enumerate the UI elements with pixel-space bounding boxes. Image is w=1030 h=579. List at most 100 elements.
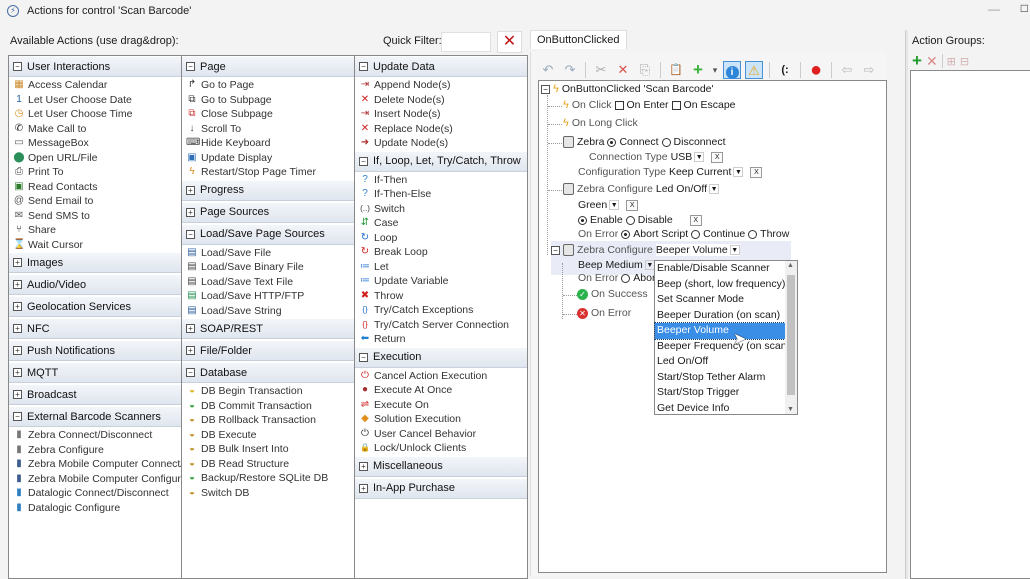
scroll-thumb[interactable] <box>787 275 795 395</box>
category-page[interactable]: − Page <box>182 56 354 77</box>
undo-icon[interactable]: ↶ <box>539 61 557 79</box>
zebra-connect-node[interactable]: Zebra Connect Disconnect <box>563 136 726 148</box>
action-item[interactable]: ▤ Load/Save Binary File <box>182 260 354 275</box>
category-in-app-purchase[interactable]: + In-App Purchase <box>355 477 527 499</box>
action-item[interactable]: @ Send Email to <box>9 194 181 209</box>
remove-group-icon[interactable]: ✕ <box>926 53 938 70</box>
action-item[interactable]: ⌛ Wait Cursor <box>9 238 181 253</box>
category-progress[interactable]: + Progress <box>182 179 354 201</box>
category-user-interactions[interactable]: − User Interactions <box>9 56 181 77</box>
tree-root[interactable]: − ϟ OnButtonClicked 'Scan Barcode' <box>541 83 714 95</box>
collapse-icon[interactable]: − <box>541 84 550 94</box>
category-images[interactable]: + Images <box>9 252 181 273</box>
action-item[interactable]: ▣ Update Display <box>182 151 354 166</box>
action-item[interactable]: ◒ DB Rollback Transaction <box>182 413 354 428</box>
action-item[interactable]: ▮ Zebra Connect/Disconnect <box>9 428 181 443</box>
dropdown-option[interactable]: Start/Stop Trigger <box>655 385 785 401</box>
group-move-out-icon[interactable]: ⊟ <box>960 55 969 68</box>
action-item[interactable]: ▭ MessageBox <box>9 136 181 151</box>
configure-option-dropdown[interactable]: Enable/Disable Scanner Beep (short, low f… <box>654 260 798 415</box>
action-item[interactable]: ◷ Let User Choose Time <box>9 107 181 122</box>
dropdown-option[interactable]: Led On/Off <box>655 354 785 370</box>
category-nfc[interactable]: + NFC <box>9 318 181 339</box>
action-item[interactable]: ⧉ Go to Subpage <box>182 93 354 108</box>
action-item[interactable]: ▮ Datalogic Configure <box>9 501 181 516</box>
action-item[interactable]: ≔ Let <box>355 260 527 275</box>
connection-type-select[interactable]: USB ▼ <box>670 151 705 163</box>
action-item[interactable]: ⑂ Share <box>9 223 181 238</box>
action-item[interactable]: ⇌ Execute On <box>355 398 527 413</box>
action-item[interactable]: 🔒 Lock/Unlock Clients <box>355 441 527 456</box>
on-click-node[interactable]: ϟ On Click On Enter On Escape <box>563 99 736 111</box>
action-item[interactable]: ▣ Read Contacts <box>9 180 181 195</box>
action-item[interactable]: ↱ Go to Page <box>182 78 354 93</box>
back-icon[interactable]: ⇦ <box>838 61 856 79</box>
add-menu-chevron-icon[interactable]: ▾ <box>711 61 719 79</box>
action-groups-list[interactable] <box>910 70 1030 579</box>
action-item[interactable]: {} Try/Catch Exceptions <box>355 303 527 318</box>
category-database[interactable]: − Database <box>182 362 354 383</box>
category-update-data[interactable]: − Update Data <box>355 56 527 77</box>
action-item[interactable]: ⬅ Return <box>355 332 527 347</box>
clear-filter-button[interactable]: ✕ <box>497 31 522 53</box>
action-item[interactable]: ≔ Update Variable <box>355 274 527 289</box>
action-item[interactable]: ◒ Switch DB <box>182 486 354 501</box>
configure-option-select[interactable]: Led On/Off ▼ <box>655 183 720 195</box>
action-item[interactable]: ⌨ Hide Keyboard <box>182 136 354 151</box>
configure-option-select[interactable]: Beeper Volume ▼ <box>655 244 740 256</box>
category-miscellaneous[interactable]: + Miscellaneous <box>355 455 527 477</box>
configuration-type-select[interactable]: Keep Current ▼ <box>668 166 744 178</box>
dropdown-option[interactable]: Beep (short, low frequency) <box>655 277 785 293</box>
warning-icon[interactable]: ⚠ <box>745 61 763 79</box>
dropdown-option[interactable]: Enable/Disable Scanner <box>655 261 785 277</box>
action-item[interactable]: ✖ Throw <box>355 289 527 304</box>
action-item[interactable]: ? If-Then-Else <box>355 187 527 202</box>
category-load-save-page-sources[interactable]: − Load/Save Page Sources <box>182 223 354 245</box>
action-item[interactable]: ✕ Delete Node(s) <box>355 93 527 108</box>
category-execution[interactable]: − Execution <box>355 346 527 368</box>
redo-icon[interactable]: ↷ <box>561 61 579 79</box>
on-long-click-node[interactable]: ϟ On Long Click <box>563 117 638 129</box>
action-item[interactable]: ⧉ Close Subpage <box>182 107 354 122</box>
dropdown-option[interactable]: Set Scanner Mode <box>655 292 785 308</box>
maximize-button[interactable]: □ <box>1021 1 1028 15</box>
delete-icon[interactable]: ✕ <box>614 61 632 79</box>
throw-radio[interactable] <box>748 229 758 239</box>
dropdown-option[interactable]: Beeper Duration (on scan) <box>655 308 785 324</box>
action-item[interactable]: ↻ Loop <box>355 231 527 246</box>
action-item[interactable]: ▤ Load/Save Text File <box>182 275 354 290</box>
action-item[interactable]: ▮ Zebra Mobile Computer Configure <box>9 472 181 487</box>
debug-icon[interactable]: (: <box>776 61 794 79</box>
disconnect-radio[interactable] <box>661 137 671 147</box>
expression-button[interactable]: X <box>689 214 702 226</box>
action-item[interactable]: {} Try/Catch Server Connection <box>355 318 527 333</box>
action-item[interactable]: ◆ Solution Execution <box>355 412 527 427</box>
dropdown-option[interactable]: Get Device Info <box>655 401 785 417</box>
enable-radio[interactable] <box>578 215 587 225</box>
group-move-in-icon[interactable]: ⊞ <box>947 55 956 68</box>
category-page-sources[interactable]: + Page Sources <box>182 201 354 223</box>
action-item[interactable]: ? If-Then <box>355 173 527 188</box>
action-item[interactable]: ⇥ Append Node(s) <box>355 78 527 93</box>
action-item[interactable]: ✆ Make Call to <box>9 122 181 137</box>
zebra-configure-led-node[interactable]: Zebra Configure Led On/Off ▼ <box>563 183 720 195</box>
disable-radio[interactable] <box>625 215 635 225</box>
scroll-down-icon[interactable]: ▼ <box>787 406 794 413</box>
action-item[interactable]: ◒ DB Read Structure <box>182 457 354 472</box>
action-item[interactable]: ⇵ Case <box>355 216 527 231</box>
action-item[interactable]: ⇥ Insert Node(s) <box>355 107 527 122</box>
action-item[interactable]: ⬤ Open URL/File <box>9 151 181 166</box>
zebra-configure-beeper-node[interactable]: − Zebra Configure Beeper Volume ▼ <box>551 244 740 256</box>
dropdown-option[interactable]: Start/Stop Tether Alarm <box>655 370 785 386</box>
add-icon[interactable]: + <box>689 61 707 79</box>
copy-icon[interactable]: ⎘ <box>636 61 654 79</box>
action-item[interactable]: ◒ DB Begin Transaction <box>182 384 354 399</box>
category-file-folder[interactable]: + File/Folder <box>182 340 354 361</box>
action-item[interactable]: 1 Let User Choose Date <box>9 93 181 108</box>
action-item[interactable]: ◒ DB Bulk Insert Into <box>182 442 354 457</box>
category-external-barcode-scanners[interactable]: − External Barcode Scanners <box>9 406 181 427</box>
on-error-node[interactable]: ✕ On Error <box>577 307 631 319</box>
action-item[interactable]: (..) Switch <box>355 202 527 217</box>
add-group-icon[interactable]: + <box>912 51 922 71</box>
dropdown-scrollbar[interactable]: ▲ ▼ <box>785 261 797 414</box>
